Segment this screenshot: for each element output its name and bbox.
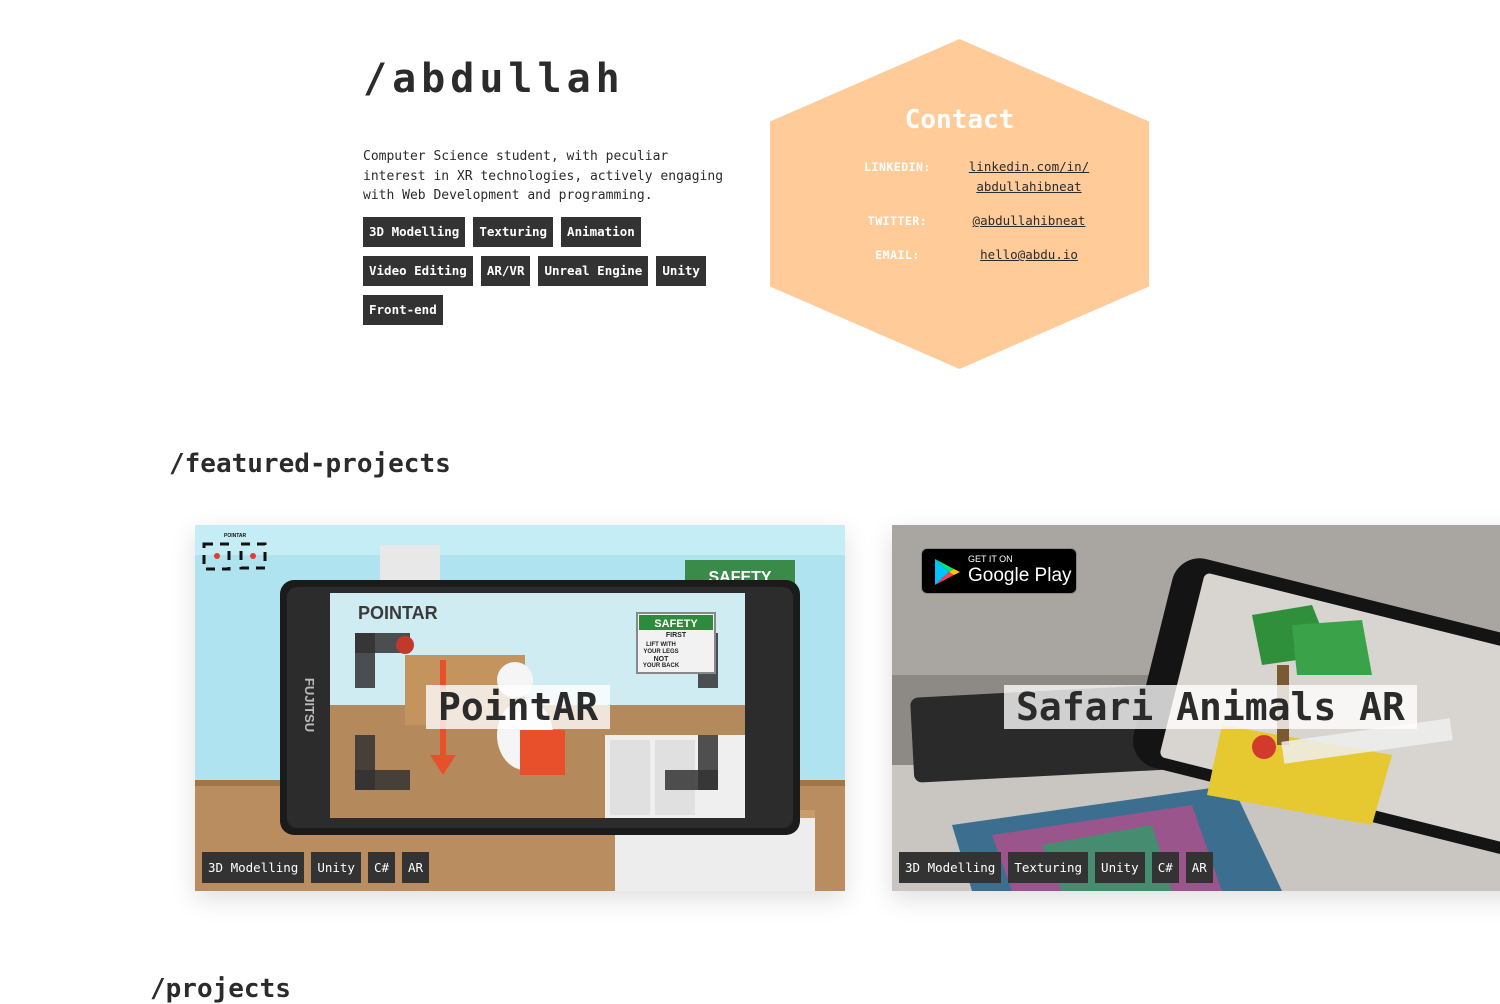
skill-tag: Unreal Engine [538,256,649,286]
twitter-link[interactable]: @abdullahibneat [973,213,1086,228]
project-tags-safari-animals-ar: 3D Modelling Texturing Unity C# AR [899,852,1213,883]
skill-tag: 3D Modelling [363,217,466,247]
contact-row-twitter: TWITTER: @abdullahibneat [850,211,1099,245]
sign-heading-text: SAFETY [654,618,698,630]
featured-projects-heading: /featured-projects [169,449,451,479]
google-play-badge[interactable]: GET IT ON Google Play [921,548,1077,594]
project-tag: AR [402,852,430,883]
skill-tag: Front-end [363,295,443,325]
project-tag: Unity [1095,852,1145,883]
site-title: /abdullah [363,56,625,102]
project-tag: 3D Modelling [202,852,305,883]
google-play-icon [935,559,960,585]
project-tag: C# [1151,852,1179,883]
skill-tags: 3D Modelling Texturing Animation Video E… [363,217,738,325]
skill-tag: Unity [656,256,706,286]
contact-row-linkedin: LINKEDIN: linkedin.com/in/abdullahibneat [850,157,1099,211]
sign-line1-text: LIFT WITH [646,642,676,648]
project-title-pointar: PointAR [426,685,611,729]
skill-tag: Texturing [473,217,554,247]
skill-tag: AR/VR [480,256,531,286]
bio-text: Computer Science student, with peculiar … [363,149,724,203]
skill-tag: Animation [561,217,641,247]
project-tags-pointar: 3D Modelling Unity C# AR [202,852,430,883]
contact-table: LINKEDIN: linkedin.com/in/abdullahibneat… [850,157,1099,279]
sign-line2-text: YOUR LEGS [643,649,678,655]
sign-line3-text: NOT [654,656,670,663]
project-tag: Unity [311,852,361,883]
linkedin-link-line1: linkedin.com/in/ [968,159,1090,174]
project-tag: AR [1185,852,1213,883]
linkedin-label: LINKEDIN: [864,160,931,174]
project-card-pointar[interactable]: SAFETY FUJITSU POINTAR SAFETY FIRST LIFT… [195,525,845,891]
linkedin-link[interactable]: linkedin.com/in/abdullahibneat [969,159,1089,194]
sign-line4-text: YOUR BACK [643,663,680,669]
contact-row-email: EMAIL: hello@abdu.io [850,245,1099,279]
phone-brand-text: FUJITSU [302,678,317,732]
project-title-safari-animals-ar: Safari Animals AR [1004,685,1417,729]
project-card-safari-animals-ar[interactable]: GET IT ON Google Play Safari Animals AR … [892,525,1500,891]
project-tag: C# [367,852,396,883]
project-tag: 3D Modelling [899,852,1002,883]
twitter-label: TWITTER: [867,214,928,228]
badge-small-text: GET IT ON [968,554,1013,564]
email-label: EMAIL: [875,248,920,262]
contact-title: Contact [904,105,1015,135]
skill-tag: Video Editing [363,256,473,286]
tiny-logo-text: POINTAR [224,533,247,539]
app-logo-text: POINTAR [358,603,438,623]
badge-large-text: Google Play [968,565,1072,586]
contact-hexagon: Contact LINKEDIN: linkedin.com/in/abdull… [770,39,1149,369]
linkedin-link-line2: abdullahibneat [976,179,1082,194]
project-tag: Texturing [1008,852,1089,883]
email-link[interactable]: hello@abdu.io [980,247,1078,262]
sign-sub-text: FIRST [666,632,687,639]
